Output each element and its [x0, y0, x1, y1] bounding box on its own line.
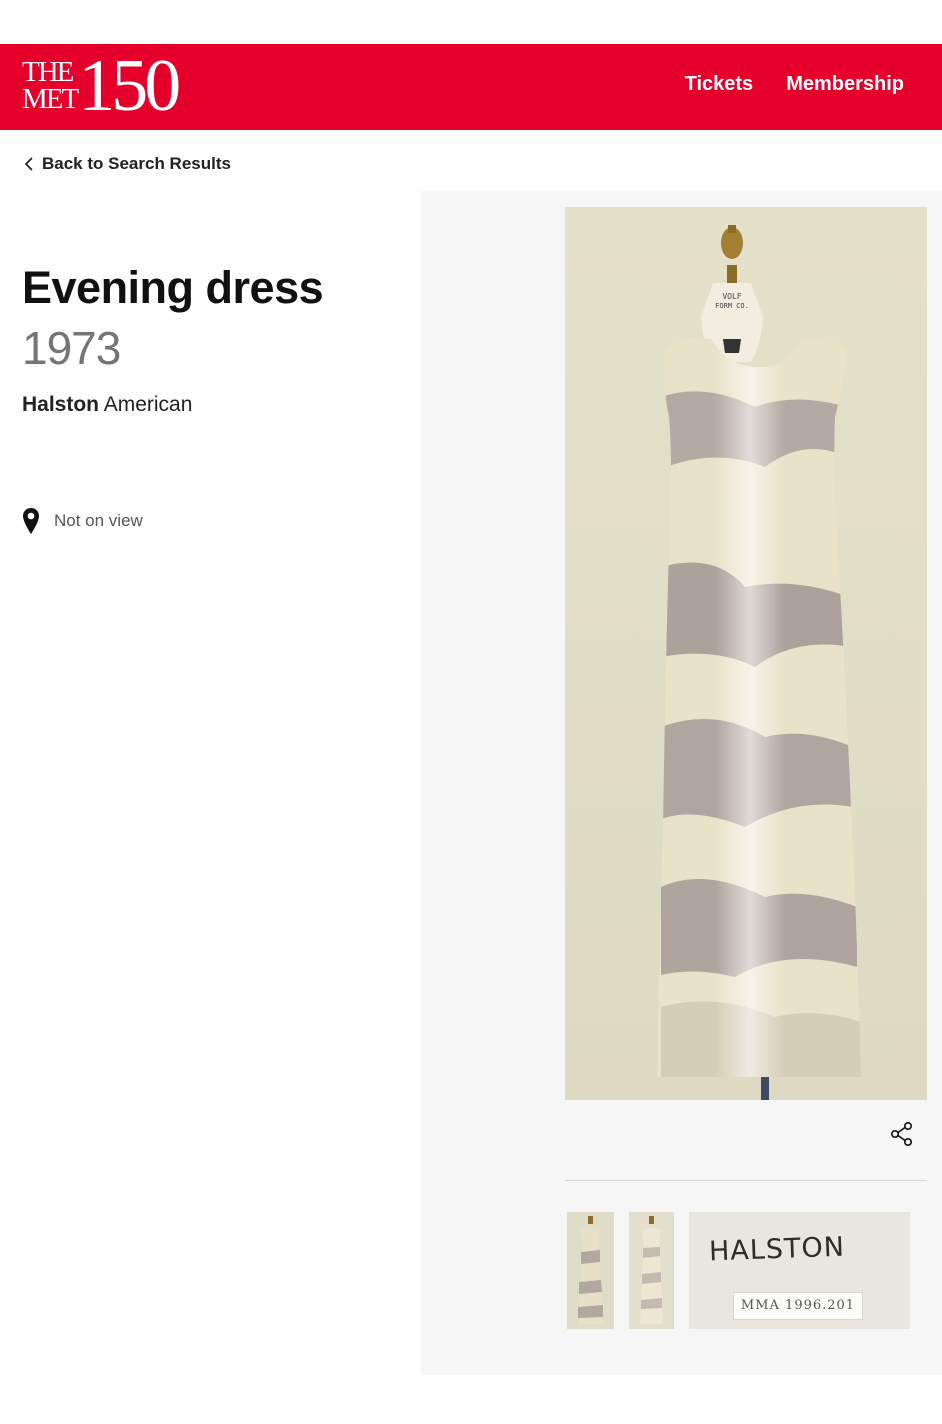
object-date: 1973 [22, 322, 121, 374]
object-title: Evening dress [22, 262, 324, 313]
logo-line-2: MET [22, 83, 79, 115]
site-header: THE MET 150 Tickets Membership [0, 44, 942, 130]
tickets-link[interactable]: Tickets [685, 73, 754, 96]
main-object-image[interactable]: VOLF FORM CO. [565, 207, 927, 1100]
form-label-2: FORM CO. [715, 302, 749, 310]
thumbnail-label-detail[interactable]: HALSTON MMA 1996.201 [689, 1212, 910, 1329]
met-150-logo[interactable]: THE MET 150 [22, 45, 181, 127]
chevron-left-icon [24, 157, 33, 171]
membership-link[interactable]: Membership [786, 73, 904, 96]
logo-line-1: THE [22, 56, 74, 88]
halston-label-text: HALSTON [708, 1231, 846, 1268]
map-pin-icon [23, 508, 39, 534]
header-nav: Tickets Membership [685, 73, 904, 96]
form-label-1: VOLF [722, 292, 741, 301]
logo-number: 150 [78, 45, 181, 127]
artist-name[interactable]: Halston [22, 393, 99, 416]
object-artist: Halston American [22, 393, 192, 417]
back-to-search-results-link[interactable]: Back to Search Results [24, 154, 231, 174]
thumbnail-front-view[interactable] [567, 1212, 614, 1329]
accession-tag-text: MMA 1996.201 [733, 1292, 863, 1320]
share-icon[interactable] [888, 1120, 916, 1148]
artist-nationality: American [103, 393, 193, 416]
back-link-label: Back to Search Results [42, 154, 231, 173]
thumbnail-back-view[interactable] [629, 1212, 674, 1329]
view-status: Not on view [22, 507, 143, 535]
view-status-text: Not on view [54, 511, 143, 530]
thumbnail-divider [565, 1180, 927, 1181]
